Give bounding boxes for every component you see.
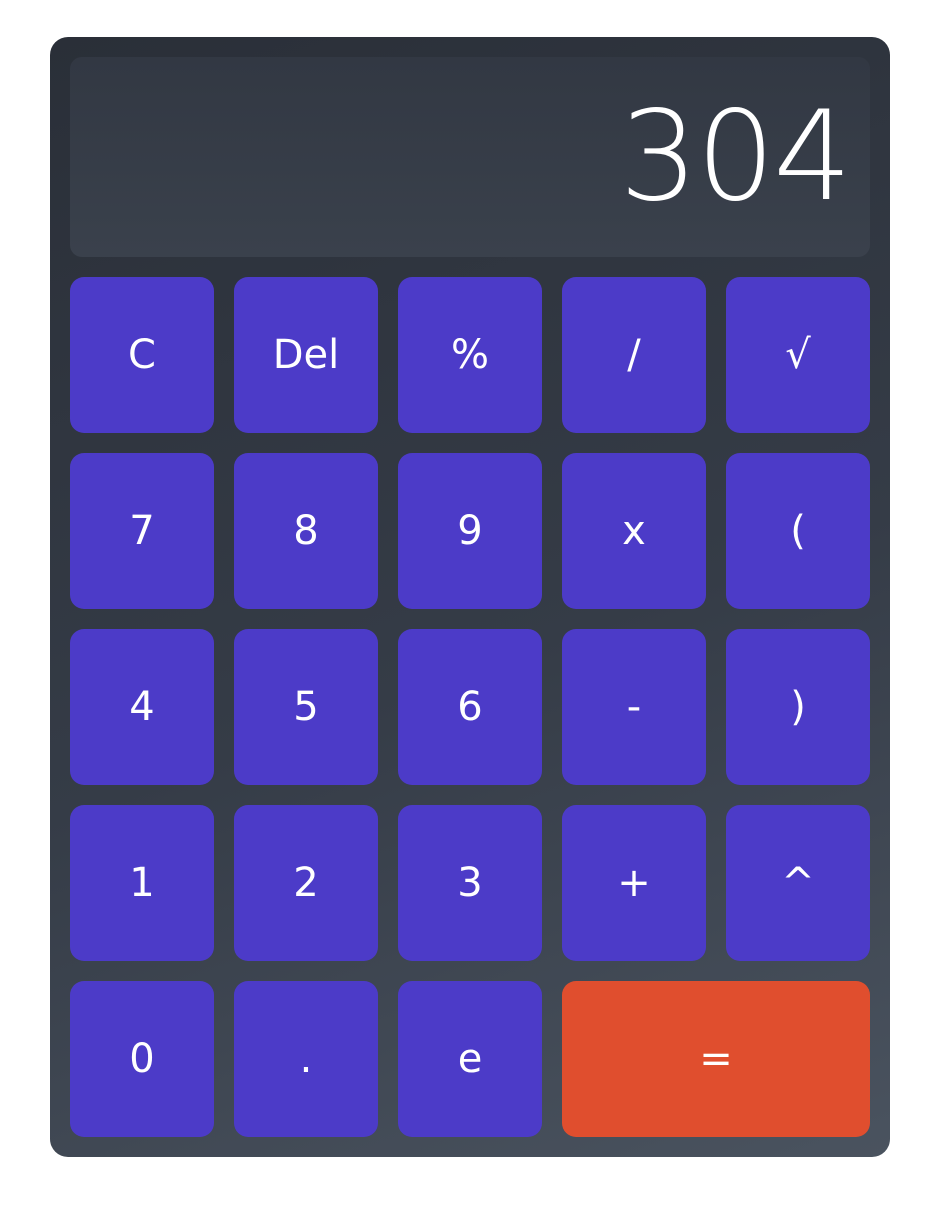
calculator: 304 C Del % / √ 7 8 9 x ( 4 5 6 - ) 1 2 … <box>50 37 890 1157</box>
subtract-button[interactable]: - <box>562 629 706 785</box>
square-root-button[interactable]: √ <box>726 277 870 433</box>
add-button[interactable]: + <box>562 805 706 961</box>
digit-2-button[interactable]: 2 <box>234 805 378 961</box>
digit-5-button[interactable]: 5 <box>234 629 378 785</box>
clear-button[interactable]: C <box>70 277 214 433</box>
decimal-point-button[interactable]: . <box>234 981 378 1137</box>
digit-6-button[interactable]: 6 <box>398 629 542 785</box>
delete-button[interactable]: Del <box>234 277 378 433</box>
digit-0-button[interactable]: 0 <box>70 981 214 1137</box>
digit-9-button[interactable]: 9 <box>398 453 542 609</box>
digit-7-button[interactable]: 7 <box>70 453 214 609</box>
keypad: C Del % / √ 7 8 9 x ( 4 5 6 - ) 1 2 3 + … <box>70 277 870 1137</box>
display-value: 304 <box>619 85 852 229</box>
equals-button[interactable]: = <box>562 981 870 1137</box>
digit-1-button[interactable]: 1 <box>70 805 214 961</box>
display: 304 <box>70 57 870 257</box>
power-button[interactable]: ^ <box>726 805 870 961</box>
euler-constant-button[interactable]: e <box>398 981 542 1137</box>
open-parenthesis-button[interactable]: ( <box>726 453 870 609</box>
digit-4-button[interactable]: 4 <box>70 629 214 785</box>
digit-3-button[interactable]: 3 <box>398 805 542 961</box>
close-parenthesis-button[interactable]: ) <box>726 629 870 785</box>
digit-8-button[interactable]: 8 <box>234 453 378 609</box>
divide-button[interactable]: / <box>562 277 706 433</box>
multiply-button[interactable]: x <box>562 453 706 609</box>
percent-button[interactable]: % <box>398 277 542 433</box>
